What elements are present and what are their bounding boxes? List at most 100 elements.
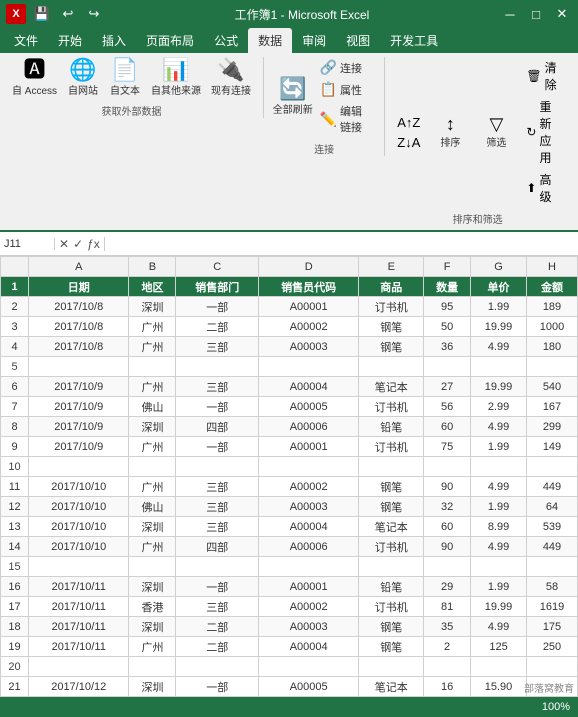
cell[interactable] bbox=[424, 357, 471, 377]
row-number[interactable]: 14 bbox=[1, 537, 29, 557]
cell[interactable]: 2017/10/11 bbox=[29, 637, 129, 657]
close-btn[interactable]: ✕ bbox=[552, 5, 572, 23]
cell[interactable]: 58 bbox=[526, 577, 577, 597]
cell[interactable] bbox=[29, 457, 129, 477]
col-header-g[interactable]: G bbox=[471, 257, 527, 277]
cell[interactable]: 149 bbox=[526, 437, 577, 457]
cell[interactable]: 2017/10/8 bbox=[29, 297, 129, 317]
cell[interactable]: 金额 bbox=[526, 277, 577, 297]
cell[interactable] bbox=[424, 557, 471, 577]
cell[interactable]: 1.99 bbox=[471, 577, 527, 597]
cell[interactable]: 铅笔 bbox=[359, 577, 424, 597]
cell[interactable]: 笔记本 bbox=[359, 677, 424, 697]
cell[interactable]: 36 bbox=[424, 337, 471, 357]
cell[interactable]: A00002 bbox=[259, 597, 359, 617]
cell[interactable] bbox=[259, 457, 359, 477]
cell[interactable] bbox=[359, 657, 424, 677]
tab-developer[interactable]: 开发工具 bbox=[380, 28, 448, 53]
cell[interactable]: 2017/10/12 bbox=[29, 677, 129, 697]
cell[interactable] bbox=[424, 457, 471, 477]
cell[interactable]: 订书机 bbox=[359, 297, 424, 317]
cell[interactable] bbox=[259, 357, 359, 377]
cell[interactable]: 449 bbox=[526, 537, 577, 557]
refresh-all-btn[interactable]: 🔄 全部刷新 bbox=[272, 76, 314, 118]
cell[interactable] bbox=[29, 357, 129, 377]
cell[interactable]: 2017/10/8 bbox=[29, 337, 129, 357]
cell[interactable]: A00004 bbox=[259, 517, 359, 537]
cell[interactable]: 2017/10/10 bbox=[29, 497, 129, 517]
cell[interactable]: 4.99 bbox=[471, 337, 527, 357]
cell[interactable]: 2017/10/9 bbox=[29, 437, 129, 457]
sort-za-btn[interactable]: Z↓A bbox=[393, 133, 424, 152]
cell[interactable]: A00006 bbox=[259, 537, 359, 557]
cell[interactable]: A00003 bbox=[259, 337, 359, 357]
other-sources-btn[interactable]: 📊 自其他来源 bbox=[147, 57, 205, 99]
cell[interactable]: 4.99 bbox=[471, 417, 527, 437]
save-quick-btn[interactable]: 💾 bbox=[32, 5, 52, 23]
col-header-c[interactable]: C bbox=[176, 257, 259, 277]
cell[interactable]: 三部 bbox=[176, 337, 259, 357]
cell[interactable]: 钢笔 bbox=[359, 477, 424, 497]
cell[interactable] bbox=[176, 557, 259, 577]
cell[interactable] bbox=[129, 357, 176, 377]
tab-data[interactable]: 数据 bbox=[248, 28, 292, 53]
cell[interactable] bbox=[359, 457, 424, 477]
redo-btn[interactable]: ↪ bbox=[84, 5, 104, 23]
undo-btn[interactable]: ↩ bbox=[58, 5, 78, 23]
cell[interactable]: 299 bbox=[526, 417, 577, 437]
cell[interactable] bbox=[526, 657, 577, 677]
cell[interactable]: 广州 bbox=[129, 637, 176, 657]
clear-btn[interactable]: 🗑 清除 bbox=[522, 57, 562, 95]
col-header-f[interactable]: F bbox=[424, 257, 471, 277]
cell[interactable]: 1619 bbox=[526, 597, 577, 617]
advanced-btn[interactable]: ⬆ 高级 bbox=[522, 169, 562, 207]
cell[interactable]: 64 bbox=[526, 497, 577, 517]
cell[interactable]: 2017/10/11 bbox=[29, 617, 129, 637]
cell[interactable]: 二部 bbox=[176, 617, 259, 637]
cell[interactable]: 32 bbox=[424, 497, 471, 517]
cell[interactable]: 4.99 bbox=[471, 537, 527, 557]
cell[interactable]: 19.99 bbox=[471, 317, 527, 337]
row-number[interactable]: 1 bbox=[1, 277, 29, 297]
reapply-btn[interactable]: ↻ 重新应用 bbox=[522, 96, 562, 168]
tab-insert[interactable]: 插入 bbox=[92, 28, 136, 53]
web-btn[interactable]: 🌐 自网站 bbox=[63, 57, 103, 99]
cell[interactable]: 四部 bbox=[176, 417, 259, 437]
row-number[interactable]: 5 bbox=[1, 357, 29, 377]
tab-view[interactable]: 视图 bbox=[336, 28, 380, 53]
cell[interactable]: 60 bbox=[424, 417, 471, 437]
cell[interactable]: 钢笔 bbox=[359, 637, 424, 657]
cell[interactable]: 深圳 bbox=[129, 417, 176, 437]
cell[interactable] bbox=[129, 657, 176, 677]
cell[interactable]: 钢笔 bbox=[359, 617, 424, 637]
edit-links-btn[interactable]: ✏️ 编辑链接 bbox=[316, 101, 377, 137]
cell[interactable]: 125 bbox=[471, 637, 527, 657]
tab-formulas[interactable]: 公式 bbox=[204, 28, 248, 53]
cell[interactable]: 一部 bbox=[176, 677, 259, 697]
cell[interactable]: 一部 bbox=[176, 437, 259, 457]
cancel-icon[interactable]: ✕ bbox=[59, 237, 69, 251]
connections-sm-btn[interactable]: 🔗 连接 bbox=[316, 57, 377, 78]
cell[interactable]: 2017/10/9 bbox=[29, 397, 129, 417]
cell[interactable] bbox=[176, 357, 259, 377]
row-number[interactable]: 19 bbox=[1, 637, 29, 657]
cell[interactable]: 2017/10/10 bbox=[29, 517, 129, 537]
row-number[interactable]: 2 bbox=[1, 297, 29, 317]
cell[interactable]: 2017/10/10 bbox=[29, 537, 129, 557]
cell[interactable]: 深圳 bbox=[129, 677, 176, 697]
cell[interactable] bbox=[176, 657, 259, 677]
cell[interactable]: 钢笔 bbox=[359, 317, 424, 337]
cell[interactable]: A00001 bbox=[259, 297, 359, 317]
cell[interactable]: 2017/10/8 bbox=[29, 317, 129, 337]
formula-input[interactable] bbox=[105, 238, 578, 250]
cell[interactable] bbox=[359, 557, 424, 577]
filter-btn[interactable]: ▽ 筛选 bbox=[476, 113, 516, 151]
cell[interactable] bbox=[29, 557, 129, 577]
cell[interactable]: 三部 bbox=[176, 377, 259, 397]
cell[interactable]: 35 bbox=[424, 617, 471, 637]
cell[interactable]: 深圳 bbox=[129, 617, 176, 637]
cell[interactable]: 29 bbox=[424, 577, 471, 597]
cell[interactable]: 钢笔 bbox=[359, 497, 424, 517]
cell[interactable] bbox=[471, 557, 527, 577]
cell[interactable]: 订书机 bbox=[359, 397, 424, 417]
